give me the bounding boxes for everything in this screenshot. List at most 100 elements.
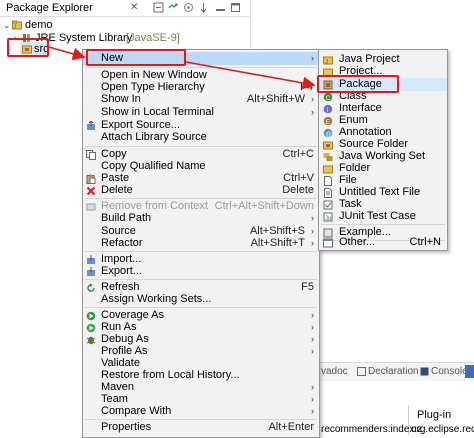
row-left-text: recommenders:index:z (321, 424, 423, 435)
menu-item-label: Refactor (101, 237, 143, 249)
svg-text:Ju: Ju (325, 216, 331, 222)
debug-icon (86, 336, 96, 345)
collapse-all-icon[interactable] (153, 2, 164, 13)
interface-icon: I (323, 104, 333, 114)
menu-item-label: Show In (101, 93, 141, 105)
declaration-icon (357, 367, 366, 376)
export-icon (87, 267, 95, 276)
submenu-item-other[interactable]: Other... Ctrl+N (319, 236, 447, 249)
chevron-right-icon: › (311, 213, 314, 223)
svg-text:I: I (327, 107, 329, 114)
menu-separator (85, 279, 317, 280)
menu-item-export[interactable]: Export... (83, 265, 319, 278)
paste-icon (86, 174, 96, 184)
svg-text:@: @ (325, 131, 332, 138)
project-label: demo (25, 19, 53, 31)
project-icon: J (12, 20, 22, 30)
console-icon (420, 367, 429, 376)
menu-item-label: Assign Working Sets... (101, 293, 212, 305)
tab-javadoc[interactable]: vadoc (321, 366, 348, 377)
tab-console[interactable]: Console (431, 366, 468, 377)
menu-separator (85, 251, 317, 252)
run-icon (86, 323, 96, 333)
text-file-icon (324, 188, 332, 198)
package-explorer-title: Package Explorer (6, 2, 93, 14)
chevron-right-icon: › (311, 238, 314, 248)
export-source-icon (87, 121, 95, 130)
menu-item-label: Compare With (101, 405, 172, 417)
menu-item-assign-working-sets[interactable]: Assign Working Sets... (83, 293, 319, 306)
menu-item-label: Attach Library Source (101, 131, 207, 143)
menu-separator (85, 307, 317, 308)
package-highlight-box (317, 75, 399, 93)
menu-item-label: Export... (101, 265, 142, 277)
menu-item-label: Delete (101, 184, 133, 196)
refresh-icon (87, 283, 95, 292)
enum-icon: E (323, 116, 333, 126)
menu-item-properties[interactable]: Properties Alt+Enter (83, 421, 319, 434)
svg-text:E: E (326, 119, 331, 126)
menu-item-compare-with[interactable]: Compare With › (83, 405, 319, 418)
menu-item-show-local-terminal[interactable]: Show in Local Terminal › (83, 106, 319, 119)
minimize-icon[interactable] (215, 2, 226, 13)
row-right-text: org.eclipse.reco (411, 424, 474, 435)
new-highlight-box (86, 49, 186, 66)
chevron-down-icon[interactable]: ⌄ (3, 18, 11, 32)
task-icon (323, 200, 333, 210)
bottom-panel-tabs: vadoc Declaration Console (319, 362, 474, 382)
shortcut-label: Alt+Shift+T (250, 237, 305, 249)
submenu-item-label: JUnit Test Case (339, 210, 416, 222)
view-menu-icon[interactable] (198, 2, 209, 13)
remove-context-icon (86, 203, 96, 211)
folder-icon (323, 165, 333, 174)
menu-item-label: Show in Local Terminal (101, 106, 214, 118)
close-icon[interactable]: ✕ (130, 2, 140, 13)
menu-separator (85, 146, 317, 147)
package-explorer-tab[interactable]: Package Explorer ✕ (0, 0, 250, 17)
shortcut-label: Alt+Shift+W (246, 93, 305, 105)
class-icon: C (323, 92, 333, 102)
chevron-right-icon: › (311, 53, 314, 63)
java-project-icon: J (323, 56, 333, 65)
menu-item-attach-library-source[interactable]: Attach Library Source (83, 131, 319, 144)
chevron-right-icon: › (311, 94, 314, 104)
menu-separator (85, 67, 317, 68)
shortcut-label: Ctrl+N (409, 236, 441, 248)
chevron-right-icon: › (311, 406, 314, 416)
shortcut-label: Alt+Enter (268, 421, 314, 433)
working-set-icon (323, 153, 333, 161)
tab-declaration[interactable]: Declaration (368, 366, 419, 377)
maximize-icon[interactable] (230, 2, 241, 13)
menu-item-build-path[interactable]: Build Path › (83, 212, 319, 225)
link-editor-icon[interactable] (168, 2, 179, 13)
file-icon (324, 176, 332, 186)
submenu-item-junit-test-case[interactable]: Ju JUnit Test Case (319, 210, 447, 223)
error-log-icon[interactable] (465, 365, 474, 378)
menu-item-delete[interactable]: Delete Delete (83, 184, 319, 197)
annotation-icon: @ (323, 128, 333, 138)
menu-item-refactor[interactable]: Refactor Alt+Shift+T › (83, 237, 319, 250)
src-highlight-box (7, 38, 49, 57)
svg-text:C: C (326, 95, 331, 102)
menu-item-show-in[interactable]: Show In Alt+Shift+W › (83, 93, 319, 106)
bottom-panel-content: Plug-in recommenders:index:z org.eclipse… (319, 381, 474, 435)
menu-separator (85, 198, 317, 199)
import-icon (87, 255, 95, 264)
library-label: JRE System Library (35, 32, 133, 44)
copy-icon (86, 150, 96, 160)
menu-separator (321, 224, 445, 225)
focus-icon[interactable] (183, 2, 194, 13)
other-icon (323, 238, 333, 248)
chevron-right-icon: › (311, 107, 314, 117)
shortcut-label: Delete (282, 184, 314, 196)
menu-separator (85, 419, 317, 420)
delete-icon (86, 186, 96, 196)
context-menu: New › Open in New Window Open Type Hiera… (82, 49, 320, 438)
library-tag: [JavaSE-9] (126, 32, 180, 44)
column-header-plugin: Plug-in (417, 409, 452, 421)
menu-item-label: Properties (101, 421, 152, 433)
arrow-src-to-new (48, 46, 86, 61)
source-folder-icon (323, 141, 333, 150)
junit-icon: Ju (323, 212, 333, 222)
menu-item-label: Build Path (101, 212, 152, 224)
